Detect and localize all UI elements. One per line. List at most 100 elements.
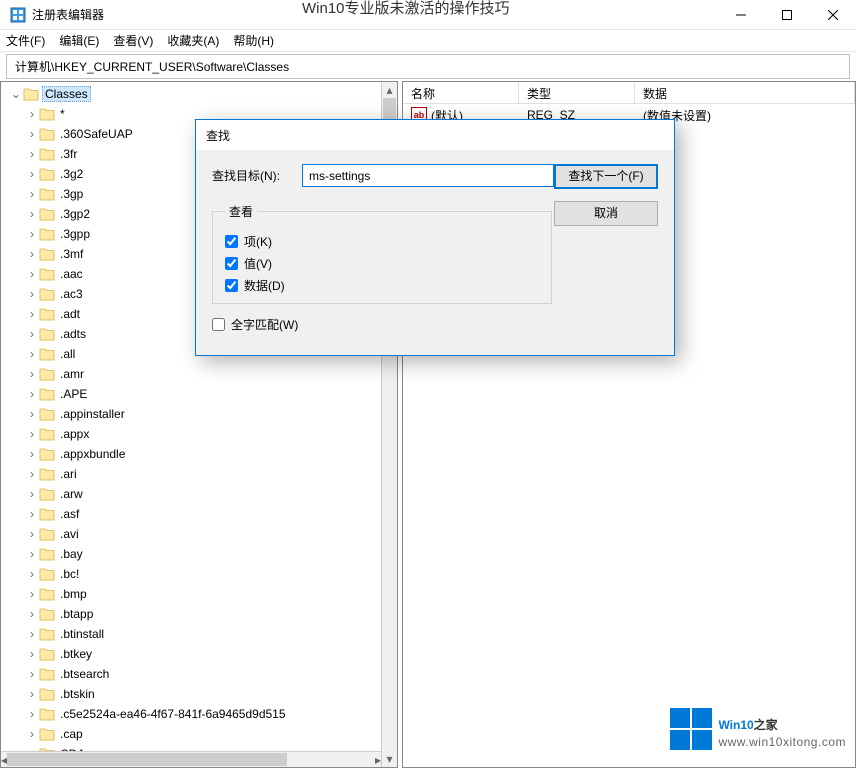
tree-node[interactable]: › .cap [7, 724, 381, 744]
tree-node[interactable]: ›.appx [7, 424, 381, 444]
chevron-right-icon[interactable]: › [25, 407, 39, 421]
col-name[interactable]: 名称 [403, 82, 519, 103]
chevron-right-icon[interactable]: › [25, 387, 39, 401]
tree-label: .asf [58, 507, 81, 521]
tree-label: .btkey [58, 647, 94, 661]
tree-label: .arw [58, 487, 85, 501]
address-bar[interactable]: 计算机\HKEY_CURRENT_USER\Software\Classes [6, 54, 850, 79]
tree-label: .all [58, 347, 77, 361]
chevron-right-icon[interactable]: › [25, 447, 39, 461]
tree-node[interactable]: ›.btskin [7, 684, 381, 704]
check-data-input[interactable] [225, 279, 238, 292]
chevron-right-icon[interactable]: › [25, 507, 39, 521]
close-button[interactable] [810, 0, 856, 29]
tree-node[interactable]: › .c5e2524a-ea46-4f67-841f-6a9465d9d515 [7, 704, 381, 724]
tree-node[interactable]: › .btkey [7, 644, 381, 664]
chevron-right-icon[interactable]: › [25, 707, 39, 721]
maximize-button[interactable] [764, 0, 810, 29]
chevron-right-icon[interactable]: › [25, 687, 39, 701]
chevron-right-icon[interactable]: › [25, 167, 39, 181]
chevron-right-icon[interactable]: › [25, 187, 39, 201]
tree-label: .bmp [58, 587, 89, 601]
menu-view[interactable]: 查看(V) [113, 32, 153, 49]
check-keys-input[interactable] [225, 235, 238, 248]
menu-help[interactable]: 帮助(H) [233, 32, 274, 49]
dialog-title: 查找 [196, 120, 674, 150]
chevron-right-icon[interactable]: › [25, 587, 39, 601]
chevron-right-icon[interactable]: › [25, 567, 39, 581]
chevron-right-icon[interactable]: › [25, 127, 39, 141]
chevron-right-icon[interactable]: › [25, 727, 39, 741]
tree-node[interactable]: › .btsearch [7, 664, 381, 684]
find-next-button[interactable]: 查找下一个(F) [554, 164, 658, 189]
tree-node[interactable]: ›.appxbundle [7, 444, 381, 464]
chevron-right-icon[interactable]: › [25, 627, 39, 641]
scroll-down-icon[interactable]: ▾ [382, 751, 397, 767]
tree-node[interactable]: ›.bay [7, 544, 381, 564]
tree-node[interactable]: › .avi [7, 524, 381, 544]
tree-label: .appinstaller [58, 407, 127, 421]
chevron-right-icon[interactable]: › [25, 667, 39, 681]
chevron-right-icon[interactable]: › [25, 527, 39, 541]
chevron-right-icon[interactable]: › [25, 607, 39, 621]
minimize-button[interactable] [718, 0, 764, 29]
check-values-input[interactable] [225, 257, 238, 270]
tree-label: .aac [58, 267, 85, 281]
chevron-right-icon[interactable]: › [25, 307, 39, 321]
chevron-right-icon[interactable]: › [25, 207, 39, 221]
chevron-right-icon[interactable]: › [25, 147, 39, 161]
tree-node[interactable]: › .asf [7, 504, 381, 524]
tree-node[interactable]: ›.APE [7, 384, 381, 404]
tree-node[interactable]: › .arw [7, 484, 381, 504]
tree-node[interactable]: › .btapp [7, 604, 381, 624]
tree-label: .avi [58, 527, 81, 541]
tree-label: .ari [58, 467, 79, 481]
tree-node[interactable]: › .bmp [7, 584, 381, 604]
chevron-right-icon[interactable]: › [25, 287, 39, 301]
tree-node[interactable]: ›.btinstall [7, 624, 381, 644]
tree-label: .btsearch [58, 667, 111, 681]
chevron-right-icon[interactable]: › [25, 427, 39, 441]
tree-node[interactable]: › .appinstaller [7, 404, 381, 424]
check-values[interactable]: 值(V) [225, 255, 539, 272]
menu-file[interactable]: 文件(F) [6, 32, 45, 49]
cancel-button[interactable]: 取消 [554, 201, 658, 226]
tree-node[interactable]: ›.bc! [7, 564, 381, 584]
tree-label: Classes [42, 86, 91, 102]
chevron-right-icon[interactable]: › [25, 107, 39, 121]
tree-node[interactable]: ›.amr [7, 364, 381, 384]
app-icon [10, 7, 26, 23]
find-target-input[interactable] [302, 164, 554, 187]
check-data[interactable]: 数据(D) [225, 277, 539, 294]
tree-label: .cap [58, 727, 85, 741]
check-data-label: 数据(D) [244, 277, 285, 294]
chevron-right-icon[interactable]: › [25, 547, 39, 561]
chevron-right-icon[interactable]: › [25, 247, 39, 261]
check-whole[interactable]: 全字匹配(W) [212, 316, 554, 333]
chevron-right-icon[interactable]: › [25, 467, 39, 481]
check-keys[interactable]: 项(K) [225, 233, 539, 250]
chevron-right-icon[interactable]: › [25, 227, 39, 241]
col-data[interactable]: 数据 [635, 82, 855, 103]
chevron-down-icon[interactable]: ⌄ [9, 87, 23, 101]
check-whole-input[interactable] [212, 318, 225, 331]
menu-edit[interactable]: 编辑(E) [59, 32, 99, 49]
chevron-right-icon[interactable]: › [25, 327, 39, 341]
tree-node-root[interactable]: ⌄ Classes [7, 84, 381, 104]
scroll-thumb-h[interactable] [7, 753, 287, 766]
chevron-right-icon[interactable]: › [25, 347, 39, 361]
cropped-header-text: Win10专业版未激活的操作技巧 [302, 0, 510, 18]
tree-label: .c5e2524a-ea46-4f67-841f-6a9465d9d515 [58, 707, 288, 721]
chevron-right-icon[interactable]: › [25, 267, 39, 281]
tree-horizontal-scrollbar[interactable]: ◂ ▸ [1, 751, 381, 767]
menu-favorites[interactable]: 收藏夹(A) [167, 32, 219, 49]
list-header: 名称 类型 数据 [403, 82, 855, 104]
chevron-right-icon[interactable]: › [25, 487, 39, 501]
col-type[interactable]: 类型 [519, 82, 635, 103]
scroll-up-icon[interactable]: ▴ [382, 82, 397, 98]
tree-label: .3gpp [58, 227, 92, 241]
tree-node[interactable]: › .ari [7, 464, 381, 484]
chevron-right-icon[interactable]: › [25, 647, 39, 661]
tree-label: .btapp [58, 607, 95, 621]
chevron-right-icon[interactable]: › [25, 367, 39, 381]
